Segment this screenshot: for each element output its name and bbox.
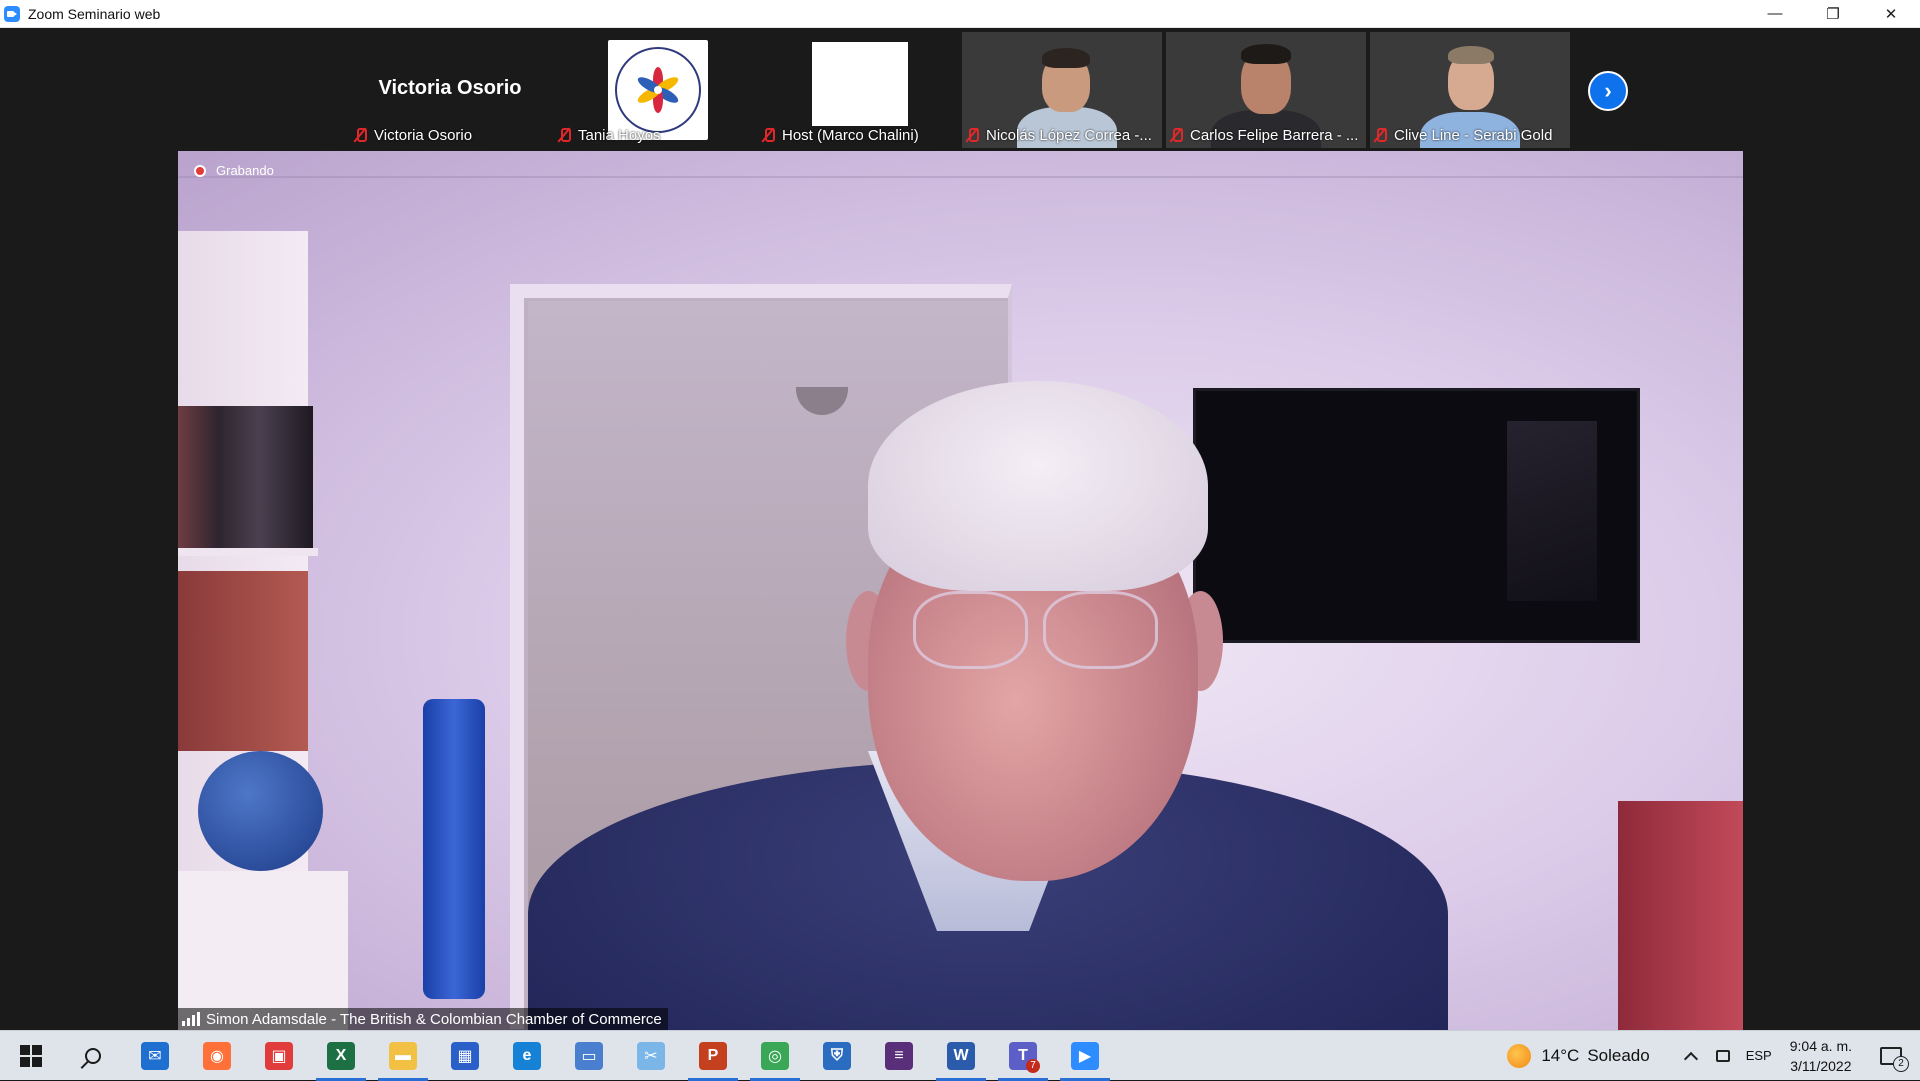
pinned-apps: ✉ ◉ ▣ X ▬ ▦ e ▭ ✂ P ◎ ⛨ ≡ W T 7 ▶ — [124, 1031, 1116, 1081]
taskbar-microsoft-store[interactable]: ▦ — [434, 1031, 496, 1081]
taskbar-excel[interactable]: X — [310, 1031, 372, 1081]
muted-mic-icon — [760, 127, 776, 143]
taskbar-firefox[interactable]: ◉ — [186, 1031, 248, 1081]
taskbar-gift-app[interactable]: ▣ — [248, 1031, 310, 1081]
participant-tile[interactable]: Nicolás López Correa -... — [962, 32, 1162, 148]
taskbar-winrar[interactable]: ≡ — [868, 1031, 930, 1081]
sun-icon — [1507, 1043, 1532, 1068]
participant-name: Nicolás López Correa -... — [986, 126, 1152, 144]
blank-video — [812, 42, 908, 126]
scissors-icon: ✂ — [637, 1041, 665, 1070]
shield-icon: ⛨ — [823, 1041, 851, 1070]
notification-center-icon[interactable]: 2 — [1880, 1046, 1909, 1072]
archive-icon: ≡ — [885, 1041, 913, 1070]
powerpoint-icon: P — [699, 1041, 727, 1070]
participant-caption: Victoria Osorio — [352, 124, 548, 146]
system-tray: 14°C Soleado ESP 9:04 a. m. 3/11/2022 2 — [1507, 1031, 1920, 1081]
muted-mic-icon — [556, 127, 572, 143]
zoom-app-icon — [4, 5, 20, 22]
speaker-name: Simon Adamsdale - The British & Colombia… — [206, 1010, 662, 1028]
edge-icon: e — [513, 1041, 541, 1070]
window-title-bar: Zoom Seminario web — ❐ ✕ — [0, 0, 1920, 28]
taskbar-snipping-tool[interactable]: ✂ — [620, 1031, 682, 1081]
taskbar-chrome[interactable]: ◎ — [744, 1031, 806, 1081]
participant-tile[interactable]: Clive Line - Serabi Gold — [1370, 32, 1570, 148]
weather-temp: 14°C — [1541, 1045, 1580, 1065]
clock-time: 9:04 a. m. — [1789, 1037, 1852, 1054]
tv-screen — [1193, 388, 1640, 643]
participant-filmstrip: Victoria Osorio Victoria Osorio Tania Ho… — [350, 32, 1574, 148]
start-button[interactable] — [0, 1031, 62, 1081]
recording-indicator[interactable]: Grabando — [194, 163, 274, 178]
participant-caption: Carlos Felipe Barrera - ... — [1168, 124, 1364, 146]
gift-icon: ▣ — [265, 1041, 293, 1070]
participant-tile[interactable]: Tania Hoyos — [554, 32, 754, 148]
notification-count: 2 — [1893, 1055, 1909, 1072]
taskbar-teams[interactable]: T7 — [992, 1031, 1054, 1081]
flower-logo-icon — [637, 67, 679, 113]
participant-tile[interactable]: Victoria Osorio Victoria Osorio — [350, 32, 550, 148]
recording-label: Grabando — [216, 163, 274, 178]
excel-icon: X — [327, 1041, 355, 1070]
taskbar-mail[interactable]: ✉ — [124, 1031, 186, 1081]
participant-name: Victoria Osorio — [374, 126, 473, 144]
close-button[interactable]: ✕ — [1862, 0, 1920, 28]
windows-taskbar: ✉ ◉ ▣ X ▬ ▦ e ▭ ✂ P ◎ ⛨ ≡ W T 7 ▶ 14°C Soleado ESP 9:04 … — [0, 1030, 1920, 1081]
participant-display-name: Victoria Osorio — [378, 77, 522, 99]
taskbar-file-explorer[interactable]: ▬ — [372, 1031, 434, 1081]
taskbar-zoom[interactable]: ▶ — [1054, 1031, 1116, 1081]
active-speaker-video[interactable]: Grabando Simon Adamsdale - The British &… — [178, 151, 1743, 1030]
input-language[interactable]: ESP — [1746, 1048, 1772, 1063]
taskbar-security-app[interactable]: ⛨ — [806, 1031, 868, 1081]
participant-name: Clive Line - Serabi Gold — [1394, 126, 1553, 144]
recording-dot-icon — [194, 164, 206, 177]
remote-desktop-icon: ▭ — [575, 1041, 603, 1070]
participant-name: Carlos Felipe Barrera - ... — [1190, 126, 1359, 144]
speaker-name-tag: Simon Adamsdale - The British & Colombia… — [178, 1008, 668, 1030]
taskbar-remote-desktop[interactable]: ▭ — [558, 1031, 620, 1081]
badge-count: 7 — [1026, 1058, 1040, 1073]
muted-mic-icon — [1372, 127, 1388, 143]
weather-condition: Soleado — [1587, 1045, 1650, 1065]
participant-caption: Tania Hoyos — [556, 124, 752, 146]
participant-name: Host (Marco Chalini) — [782, 126, 919, 144]
store-icon: ▦ — [451, 1041, 479, 1070]
taskbar-powerpoint[interactable]: P — [682, 1031, 744, 1081]
participant-caption: Nicolás López Correa -... — [964, 124, 1160, 146]
meeting-stage: Victoria Osorio Victoria Osorio Tania Ho… — [0, 28, 1920, 1030]
signal-strength-icon — [182, 1012, 200, 1026]
participant-tile[interactable]: Carlos Felipe Barrera - ... — [1166, 32, 1366, 148]
word-icon: W — [947, 1041, 975, 1070]
participant-name: Tania Hoyos — [578, 126, 661, 144]
folder-icon: ▬ — [389, 1041, 417, 1070]
muted-mic-icon — [964, 127, 980, 143]
window-title: Zoom Seminario web — [28, 5, 161, 22]
window-controls: — ❐ ✕ — [1746, 0, 1920, 28]
search-icon — [85, 1047, 101, 1064]
minimize-button[interactable]: — — [1746, 0, 1804, 28]
clock[interactable]: 9:04 a. m. 3/11/2022 — [1790, 1036, 1852, 1076]
taskbar-word[interactable]: W — [930, 1031, 992, 1081]
participant-tile[interactable]: Host (Marco Chalini) — [758, 32, 958, 148]
zoom-icon: ▶ — [1071, 1041, 1099, 1070]
muted-mic-icon — [1168, 127, 1184, 143]
show-hidden-icons-chevron-icon[interactable] — [1683, 1051, 1698, 1066]
search-button[interactable] — [62, 1031, 124, 1081]
mail-icon: ✉ — [141, 1041, 169, 1070]
weather-widget[interactable]: 14°C Soleado — [1507, 1043, 1650, 1068]
clock-date: 3/11/2022 — [1790, 1057, 1852, 1074]
meet-now-icon[interactable] — [1715, 1049, 1730, 1062]
firefox-icon: ◉ — [203, 1041, 231, 1070]
muted-mic-icon — [352, 127, 368, 143]
restore-button[interactable]: ❐ — [1804, 0, 1862, 28]
chrome-icon: ◎ — [761, 1041, 789, 1070]
participant-caption: Clive Line - Serabi Gold — [1372, 124, 1568, 146]
next-page-arrow-icon[interactable]: › — [1588, 71, 1628, 111]
windows-icon — [20, 1044, 42, 1067]
participant-caption: Host (Marco Chalini) — [760, 124, 956, 146]
taskbar-edge[interactable]: e — [496, 1031, 558, 1081]
